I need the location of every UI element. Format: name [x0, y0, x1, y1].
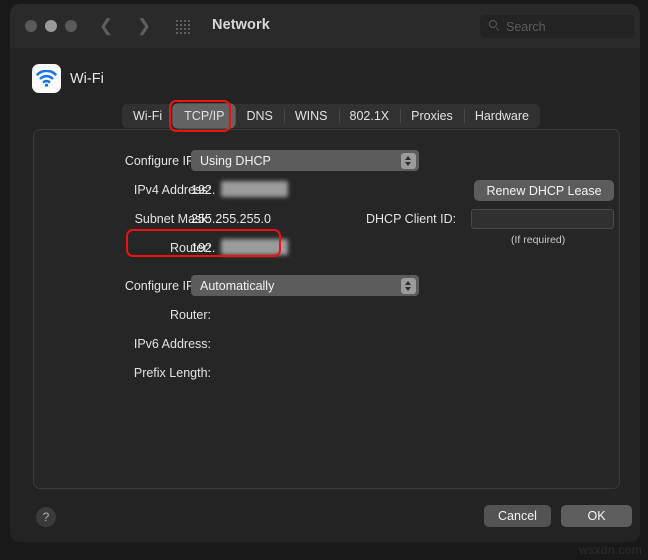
dhcp-client-id-label: DHCP Client ID: [366, 212, 456, 226]
wifi-icon [32, 64, 61, 93]
prefix-length-label: Prefix Length: [134, 366, 211, 380]
watermark: wsxdn.com [579, 543, 642, 557]
ipv4-address-value: 192. [191, 183, 215, 197]
close-window-button[interactable] [25, 20, 37, 32]
chevron-right-icon[interactable]: ❯ [135, 17, 153, 35]
tab-tcpip[interactable]: TCP/IP [173, 104, 235, 128]
dhcp-client-id-hint: (If required) [511, 234, 565, 246]
search-input[interactable] [506, 15, 626, 38]
chevron-left-icon[interactable]: ❮ [97, 17, 115, 35]
help-button[interactable]: ? [36, 507, 56, 527]
ipv6-router-label: Router: [170, 308, 211, 322]
dhcp-client-id-input[interactable] [471, 209, 614, 229]
ipv6-address-label: IPv6 Address: [134, 337, 211, 351]
configure-ipv4-select[interactable]: Using DHCP [191, 150, 419, 171]
ipv4-router-redaction [221, 239, 288, 255]
tab-proxies[interactable]: Proxies [400, 104, 464, 128]
configure-ipv6-value: Automatically [191, 279, 274, 293]
service-name-label: Wi-Fi [70, 71, 104, 87]
window-titlebar: ❮ ❯ Network [10, 4, 640, 48]
configure-ipv6-select[interactable]: Automatically [191, 275, 419, 296]
tcpip-settings-panel: Configure IPv4: Using DHCP IPv4 Address:… [33, 129, 620, 489]
ipv4-router-value: 192. [191, 241, 215, 255]
subnet-mask-value: 255.255.255.0 [191, 212, 271, 226]
network-preferences-window: ❮ ❯ Network Wi-Fi Wi-Fi TCP/IP DNS [10, 4, 640, 542]
tab-hardware[interactable]: Hardware [464, 104, 540, 128]
ok-button[interactable]: OK [561, 505, 632, 527]
chevron-updown-icon [401, 278, 416, 294]
tab-wins[interactable]: WINS [284, 104, 339, 128]
ipv4-address-redaction [221, 181, 288, 197]
cancel-button[interactable]: Cancel [484, 505, 551, 527]
page-title: Network [212, 17, 270, 33]
search-field[interactable] [480, 15, 635, 38]
minimize-window-button[interactable] [45, 20, 57, 32]
tab-8021x[interactable]: 802.1X [339, 104, 401, 128]
tab-bar: Wi-Fi TCP/IP DNS WINS 802.1X Proxies Har… [122, 104, 540, 128]
renew-dhcp-lease-button[interactable]: Renew DHCP Lease [474, 180, 614, 201]
tab-wifi[interactable]: Wi-Fi [122, 104, 173, 128]
configure-ipv4-value: Using DHCP [191, 154, 271, 168]
grid-view-icon[interactable] [176, 20, 192, 34]
chevron-updown-icon [401, 153, 416, 169]
search-icon [489, 20, 500, 31]
tab-dns[interactable]: DNS [235, 104, 283, 128]
zoom-window-button[interactable] [65, 20, 77, 32]
